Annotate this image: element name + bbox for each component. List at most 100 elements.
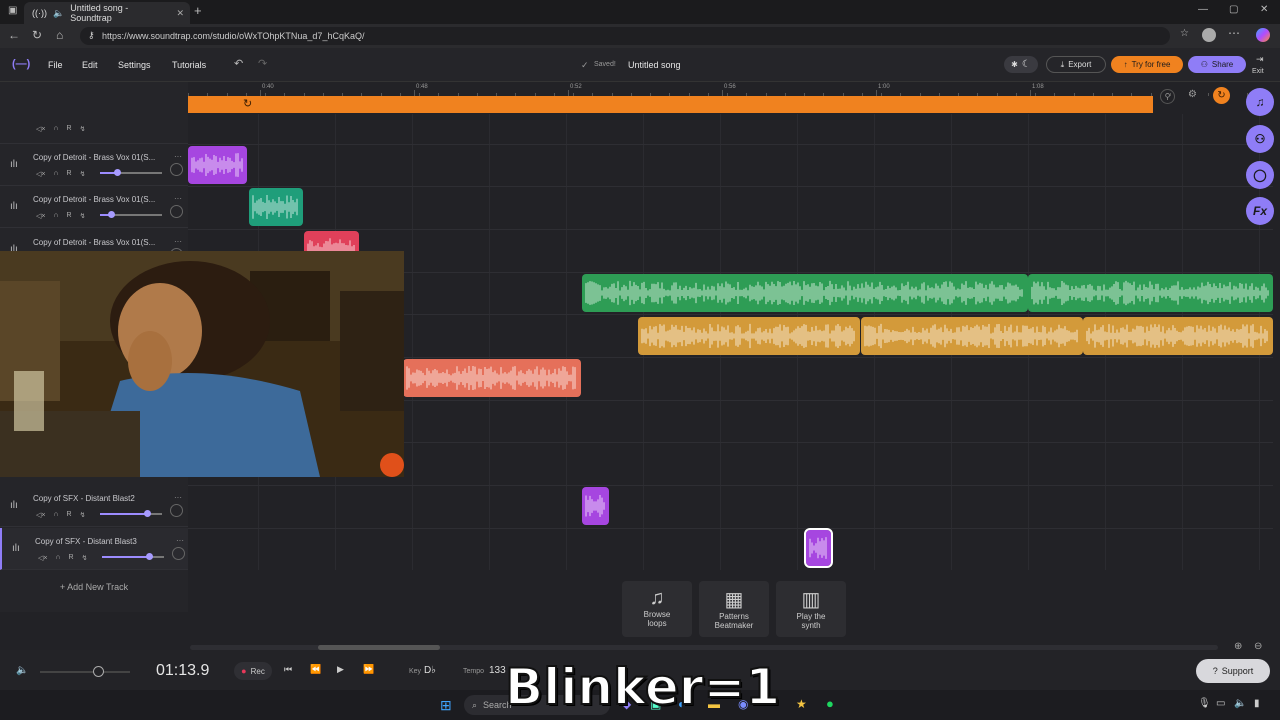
new-tab-icon[interactable]: + — [194, 3, 202, 18]
audio-clip[interactable] — [188, 146, 247, 184]
audio-clip[interactable] — [403, 359, 581, 397]
track-row-partial[interactable]: ◁× ∩ R ↯ — [0, 112, 188, 144]
add-track-button[interactable]: + Add New Track — [0, 582, 188, 592]
monitor-icon[interactable]: ▭ — [1216, 698, 1225, 709]
menu-settings[interactable]: Settings — [118, 60, 151, 70]
fast-forward-icon[interactable]: ⏩ — [363, 664, 374, 675]
spotify-icon[interactable]: ● — [826, 696, 834, 711]
track-volume-slider[interactable] — [102, 553, 164, 560]
track-name[interactable]: Copy of Detroit - Brass Vox 01(S... — [33, 153, 155, 162]
track-menu-icon[interactable]: ··· — [174, 194, 182, 203]
audio-clip[interactable] — [861, 317, 1083, 355]
record-arm-button[interactable]: R — [67, 212, 72, 220]
master-volume-knob[interactable] — [93, 666, 104, 677]
menu-file[interactable]: File — [48, 60, 63, 70]
loop-icon[interactable]: ↻ — [243, 97, 252, 110]
master-volume-slider[interactable] — [40, 666, 130, 677]
share-button[interactable]: ⚇ Share — [1188, 56, 1246, 73]
record-arm-button[interactable]: R — [69, 554, 74, 562]
tab-actions-icon[interactable]: ▣ — [8, 5, 17, 16]
mute-icon[interactable]: ◁× — [36, 511, 45, 519]
record-button[interactable]: ● Rec — [234, 662, 272, 680]
track-volume-knob[interactable] — [114, 169, 122, 176]
master-volume-icon[interactable]: 🔈 — [16, 665, 28, 676]
site-info-icon[interactable]: ⚷ — [88, 30, 95, 41]
automation-icon[interactable]: ↯ — [82, 554, 88, 562]
record-arm-button[interactable]: R — [67, 170, 72, 178]
track-volume-knob[interactable] — [108, 211, 116, 218]
audio-clip[interactable] — [638, 317, 860, 355]
exit-icon[interactable]: ⇥ — [1256, 54, 1264, 65]
track-row[interactable]: ılı Copy of SFX - Distant Blast3 ··· ◁× ∩ R ↯ — [0, 528, 188, 570]
close-tab-icon[interactable]: ✕ — [176, 8, 184, 19]
fx-icon[interactable]: Fx — [1246, 197, 1274, 225]
favorites-icon[interactable]: ☆ — [1180, 28, 1189, 39]
record-arm-button[interactable]: R — [67, 511, 72, 519]
metronome-icon[interactable]: ⚲ — [1160, 89, 1175, 104]
mic-icon[interactable]: 🎙 — [1198, 698, 1211, 709]
track-name[interactable]: Copy of SFX - Distant Blast2 — [33, 494, 135, 503]
headphones-icon[interactable]: ∩ — [53, 511, 58, 519]
mute-icon[interactable]: ◁× — [36, 125, 45, 133]
loop-region-bar[interactable]: ↻ — [188, 96, 1153, 113]
undo-icon[interactable]: ↶ — [234, 57, 243, 70]
windows-start-icon[interactable]: ⊞ — [440, 697, 452, 714]
volume-tray-icon[interactable]: 🔈 — [1234, 698, 1246, 709]
exit-label[interactable]: Exit — [1252, 68, 1264, 75]
minimize-icon[interactable]: — — [1198, 4, 1208, 15]
play-icon[interactable]: ▶ — [337, 664, 344, 675]
track-pan-knob[interactable] — [170, 163, 183, 176]
support-button[interactable]: ? Support — [1196, 659, 1270, 683]
browser-tab[interactable]: ((·)) 🔈 Untitled song - Soundtrap ✕ — [24, 2, 190, 24]
audio-clip[interactable] — [249, 188, 303, 226]
loops-panel-icon[interactable]: ♫ — [1246, 88, 1274, 116]
refresh-icon[interactable]: ↻ — [32, 28, 42, 42]
track-volume-knob[interactable] — [145, 553, 153, 560]
menu-tutorials[interactable]: Tutorials — [172, 60, 206, 70]
home-icon[interactable]: ⌂ — [56, 28, 63, 42]
track-menu-icon[interactable]: ··· — [174, 152, 182, 161]
patterns-beatmaker-button[interactable]: ▦ Patterns Beatmaker — [699, 581, 769, 637]
headphones-icon[interactable]: ∩ — [53, 170, 58, 178]
automation-icon[interactable]: ↯ — [80, 511, 86, 519]
track-volume-slider[interactable] — [100, 169, 162, 176]
headphones-icon[interactable]: ∩ — [53, 125, 58, 133]
theme-toggle[interactable]: ✱ ☾ — [1004, 56, 1038, 73]
audio-clip[interactable] — [582, 274, 1028, 312]
track-pan-knob[interactable] — [170, 504, 183, 517]
close-window-icon[interactable]: ✕ — [1260, 4, 1268, 15]
track-row[interactable]: ılı Copy of Detroit - Brass Vox 01(S... ··… — [0, 144, 188, 186]
redo-icon[interactable]: ↷ — [258, 57, 267, 70]
record-arm-button[interactable]: R — [67, 125, 72, 133]
profile-avatar[interactable] — [1202, 28, 1216, 42]
chat-icon[interactable]: ◯ — [1246, 161, 1274, 189]
audio-clip[interactable] — [1028, 274, 1273, 312]
track-menu-icon[interactable]: ··· — [174, 237, 182, 246]
headphones-icon[interactable]: ∩ — [53, 212, 58, 220]
more-icon[interactable]: ⋯ — [1228, 26, 1240, 40]
menu-edit[interactable]: Edit — [82, 60, 98, 70]
soundtrap-logo[interactable]: (—) — [12, 58, 30, 70]
track-volume-slider[interactable] — [100, 510, 162, 517]
copilot-icon[interactable] — [1256, 28, 1270, 42]
track-row[interactable]: ılı Copy of Detroit - Brass Vox 01(S... ··… — [0, 186, 188, 228]
mute-icon[interactable]: ◁× — [36, 170, 45, 178]
maximize-icon[interactable]: ▢ — [1229, 4, 1238, 15]
automation-icon[interactable]: ↯ — [80, 212, 86, 220]
battery-icon[interactable]: ▮ — [1254, 698, 1260, 709]
track-pan-knob[interactable] — [170, 205, 183, 218]
track-pan-knob[interactable] — [172, 547, 185, 560]
track-menu-icon[interactable]: ··· — [174, 493, 182, 502]
track-name[interactable]: Copy of Detroit - Brass Vox 01(S... — [33, 195, 155, 204]
export-button[interactable]: ⤓ Export — [1046, 56, 1106, 73]
headphones-icon[interactable]: ∩ — [55, 554, 60, 562]
loop-toggle-icon[interactable]: ↻ — [1213, 87, 1230, 104]
browse-loops-button[interactable]: ♫ Browse loops — [622, 581, 692, 637]
rewind-icon[interactable]: ⏪ — [310, 664, 321, 675]
back-icon[interactable]: ← — [8, 28, 20, 42]
track-menu-icon[interactable]: ··· — [176, 536, 184, 545]
rockstar-icon[interactable]: ★ — [796, 697, 807, 711]
audio-clip[interactable] — [582, 487, 609, 525]
track-volume-slider[interactable] — [100, 211, 162, 218]
tab-speaker-icon[interactable]: 🔈 — [53, 8, 64, 19]
